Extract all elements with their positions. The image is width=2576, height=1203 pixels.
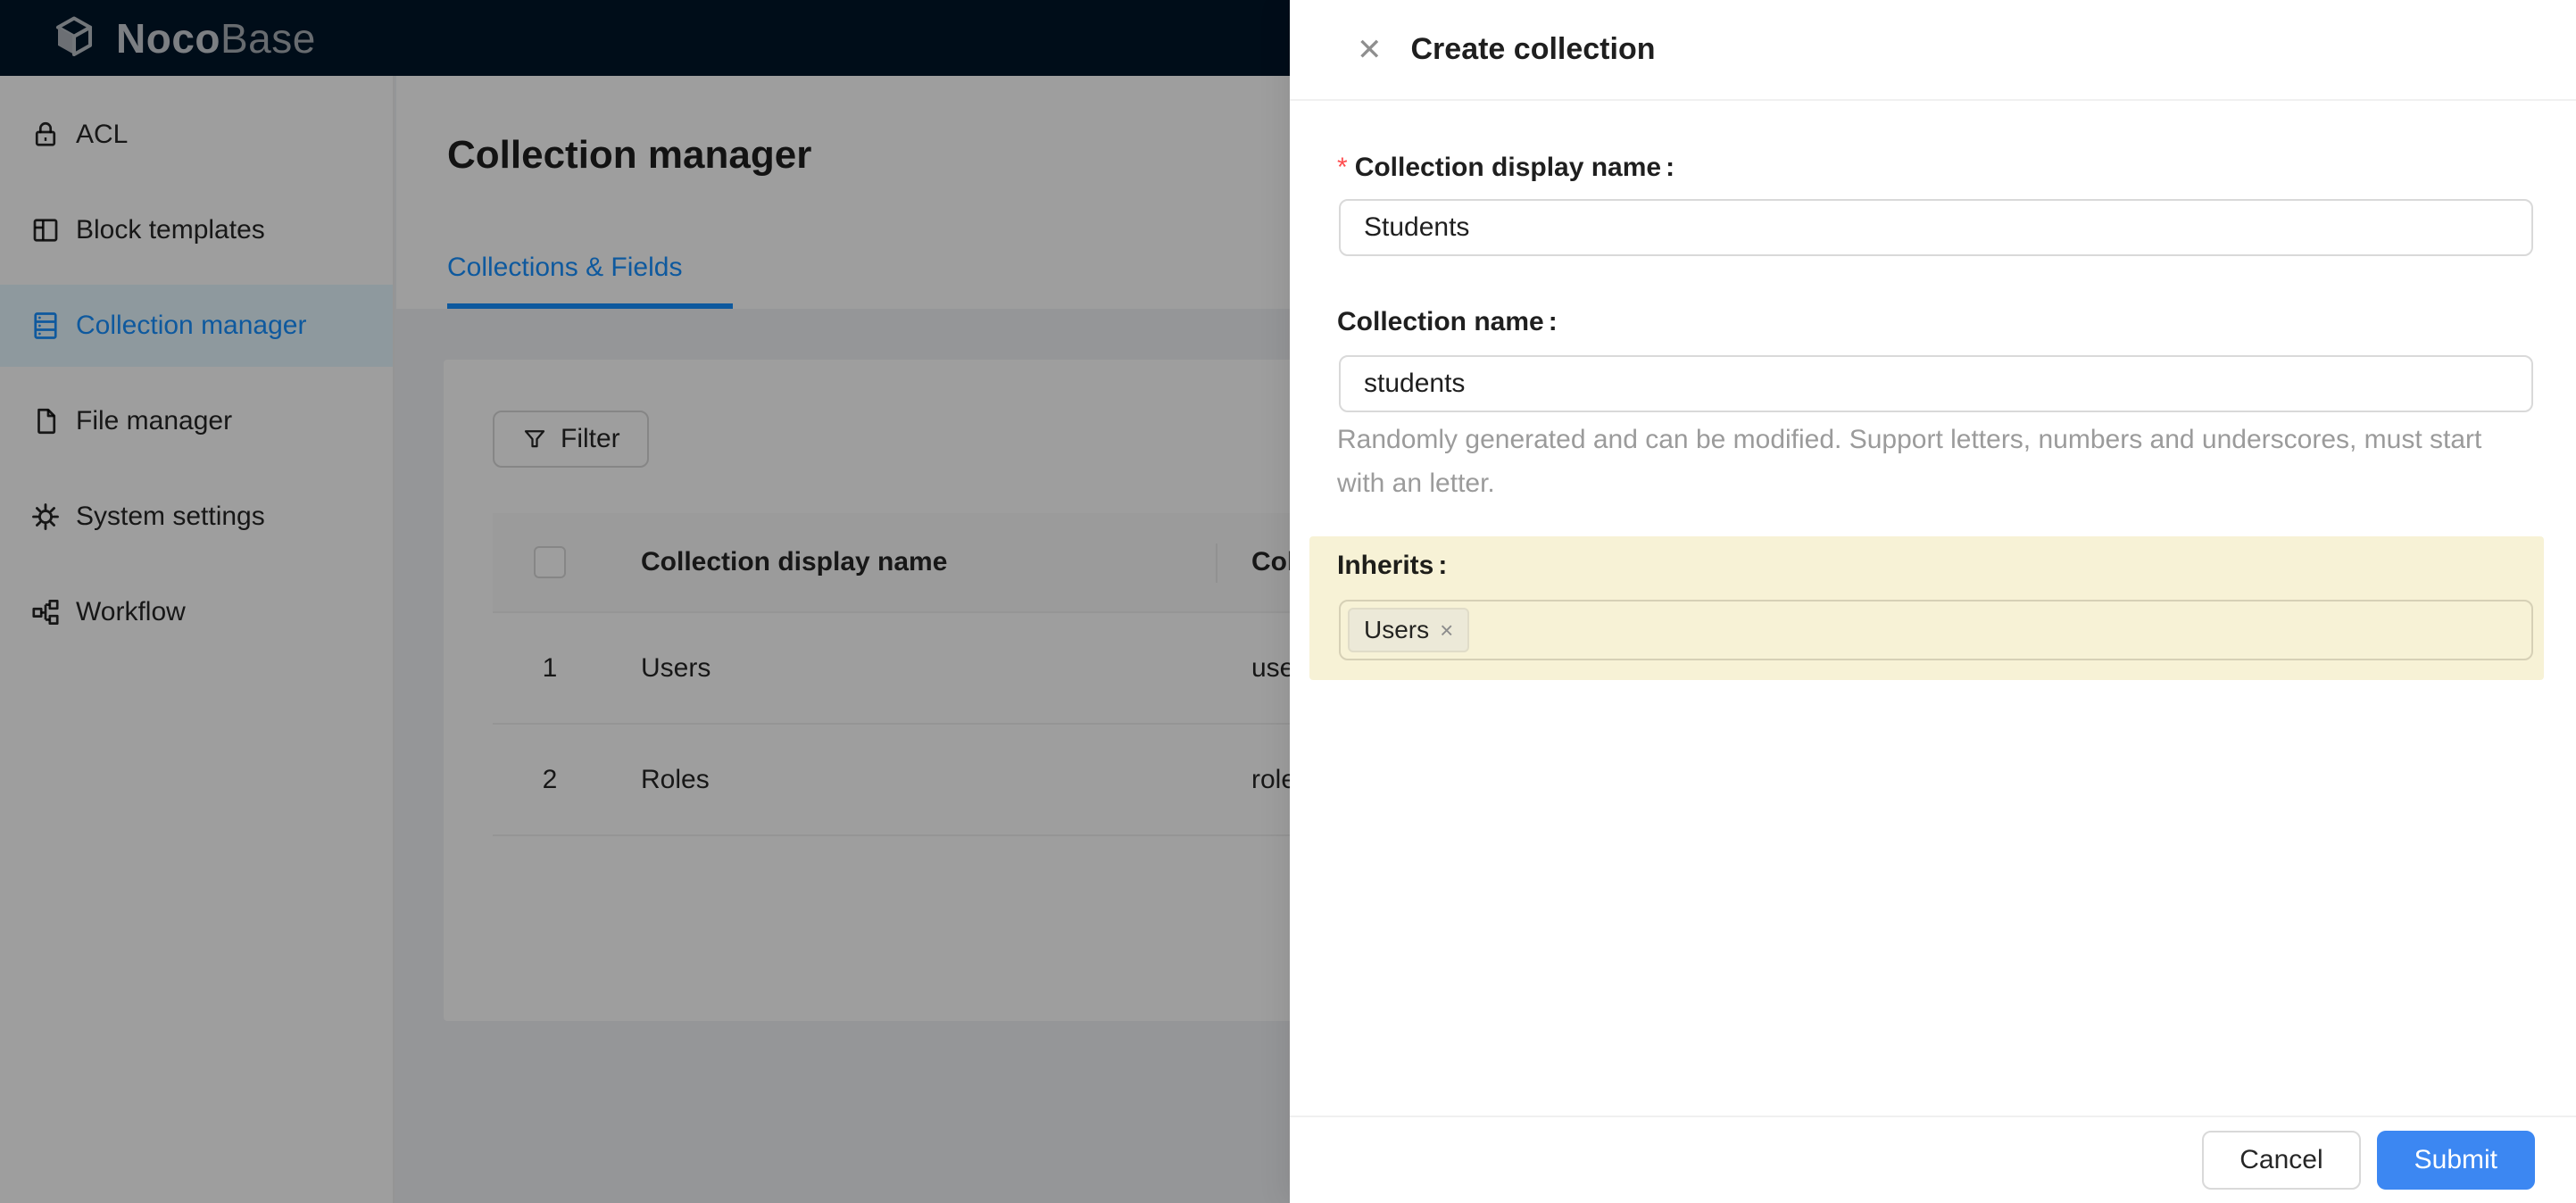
inherits-tag-users: Users × [1348,608,1470,652]
drawer-footer: Cancel Submit [1290,1116,2576,1203]
required-asterisk: * [1337,153,1348,182]
display-name-label-text: Collection display name [1354,153,1662,182]
drawer-title: Create collection [1410,32,1656,66]
collection-name-input[interactable] [1339,355,2533,412]
collection-name-label-text: Collection name [1337,307,1544,336]
label-colon: : [1548,307,1558,336]
display-name-label: * Collection display name : [1337,153,1674,183]
tag-label: Users [1364,616,1430,643]
inherits-select[interactable]: Users × [1339,600,2533,660]
collection-name-label: Collection name : [1337,307,1558,337]
tag-remove-icon[interactable]: × [1440,618,1453,642]
create-collection-drawer: ✕ Create collection * Collection display… [1290,0,2576,1203]
collection-name-help-text: Randomly generated and can be modified. … [1337,425,2482,498]
close-icon[interactable]: ✕ [1357,35,1383,65]
cancel-button[interactable]: Cancel [2202,1131,2361,1190]
label-colon: : [1438,551,1448,580]
label-colon: : [1666,153,1675,182]
inherits-label: Inherits : [1337,551,1447,581]
display-name-input[interactable] [1339,199,2533,256]
submit-button[interactable]: Submit [2376,1131,2535,1190]
inherits-label-text: Inherits [1337,551,1434,580]
drawer-header: ✕ Create collection [1290,0,2576,101]
